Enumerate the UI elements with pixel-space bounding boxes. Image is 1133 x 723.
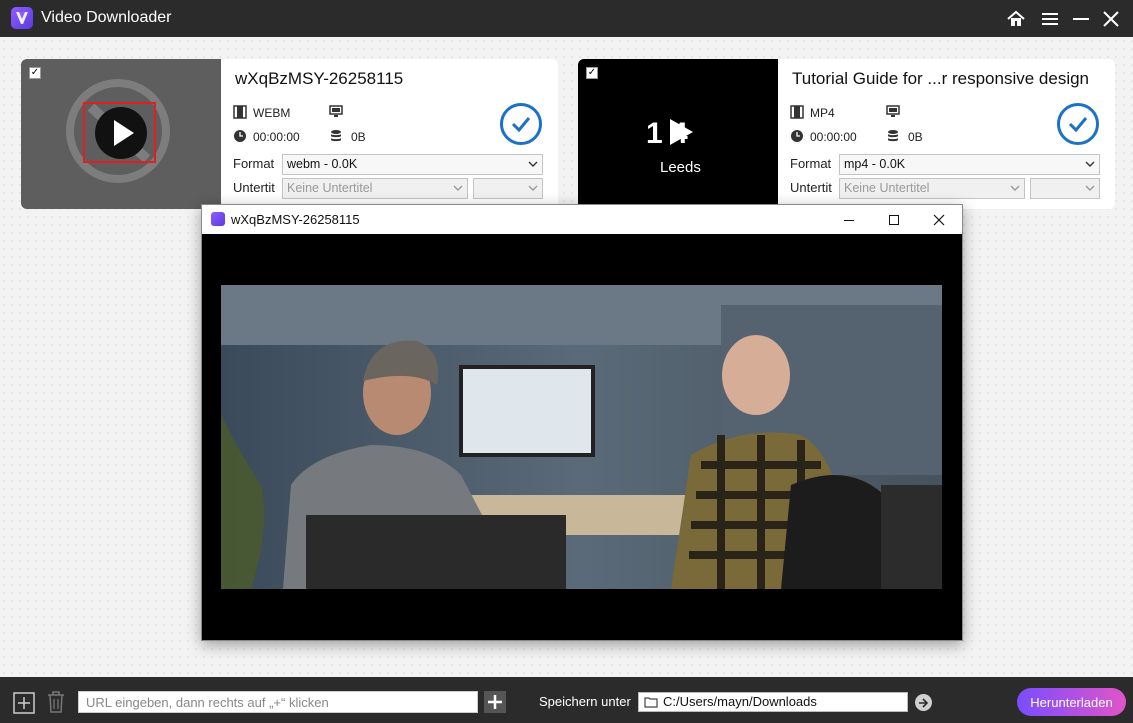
subtitle-select-value: Keine Untertitel xyxy=(844,181,930,195)
folder-icon xyxy=(644,697,658,708)
url-input[interactable] xyxy=(78,691,478,713)
add-file-icon[interactable] xyxy=(12,691,36,720)
save-location-label: Speichern unter xyxy=(539,694,631,709)
player-titlebar[interactable]: wXqBzMSY-26258115 xyxy=(202,205,962,234)
chevron-down-icon xyxy=(528,161,538,167)
format-label: Format xyxy=(790,156,832,171)
subtitle-language-select[interactable] xyxy=(473,178,543,199)
video-thumbnail[interactable]: ✓ xyxy=(21,59,221,209)
subtitle-select[interactable]: Keine Untertitel xyxy=(282,178,468,199)
download-button[interactable]: Herunterladen xyxy=(1017,688,1126,716)
thumbnail-caption: Leeds xyxy=(660,159,701,176)
video-frame[interactable] xyxy=(221,285,942,589)
player-title: wXqBzMSY-26258115 xyxy=(231,212,360,227)
footer-bar: Speichern unter C:/Users/mayn/Downloads … xyxy=(0,677,1133,723)
download-card: ✓ wXqBzMSY-26258115 WEBM 00:00:00 0B For… xyxy=(21,59,558,209)
subtitle-label: Untertit xyxy=(233,180,275,195)
video-scene-image xyxy=(221,285,942,589)
duration: 00:00:00 xyxy=(253,130,300,144)
save-path-value: C:/Users/mayn/Downloads xyxy=(663,694,817,709)
database-icon xyxy=(331,130,341,142)
monitor-icon xyxy=(329,105,343,117)
file-size: 0B xyxy=(908,130,923,144)
play-icon xyxy=(670,119,693,145)
film-icon xyxy=(233,105,247,119)
chevron-down-icon xyxy=(1085,185,1095,191)
video-player-window: wXqBzMSY-26258115 xyxy=(201,204,963,641)
minimize-icon[interactable] xyxy=(826,205,872,234)
format-select-value: mp4 - 0.0K xyxy=(844,157,906,171)
video-thumbnail[interactable]: 1 4 Leeds ✓ xyxy=(578,59,778,209)
plus-icon[interactable] xyxy=(484,691,506,713)
player-app-icon xyxy=(211,212,225,226)
monitor-icon xyxy=(886,105,900,117)
app-logo-icon xyxy=(11,7,33,29)
video-title: wXqBzMSY-26258115 xyxy=(235,69,404,88)
format-label: Format xyxy=(233,156,275,171)
file-size: 0B xyxy=(351,130,366,144)
check-circle-icon xyxy=(1057,103,1099,145)
subtitle-label: Untertit xyxy=(790,180,832,195)
format-select[interactable]: webm - 0.0K xyxy=(282,154,543,175)
video-title: Tutorial Guide for ...r responsive desig… xyxy=(792,69,1090,88)
format-type: MP4 xyxy=(810,106,835,120)
subtitle-select-value: Keine Untertitel xyxy=(287,181,373,195)
clock-icon xyxy=(234,130,246,142)
home-icon[interactable] xyxy=(1004,7,1028,31)
app-titlebar: Video Downloader xyxy=(0,0,1133,37)
film-icon xyxy=(790,105,804,119)
maximize-icon[interactable] xyxy=(871,205,917,234)
select-checkbox[interactable]: ✓ xyxy=(29,67,41,79)
subtitle-select[interactable]: Keine Untertitel xyxy=(839,178,1025,199)
database-icon xyxy=(888,130,898,142)
chevron-down-icon xyxy=(453,185,463,191)
close-icon[interactable] xyxy=(1099,7,1123,31)
download-card: 1 4 Leeds ✓ Tutorial Guide for ...r resp… xyxy=(578,59,1115,209)
chevron-down-icon xyxy=(1085,161,1095,167)
minimize-icon[interactable] xyxy=(1069,7,1093,31)
close-icon[interactable] xyxy=(916,205,962,234)
clock-icon xyxy=(791,130,803,142)
app-title: Video Downloader xyxy=(41,9,172,26)
format-select[interactable]: mp4 - 0.0K xyxy=(839,154,1100,175)
select-checkbox[interactable]: ✓ xyxy=(586,67,598,79)
format-type: WEBM xyxy=(253,106,291,120)
chevron-down-icon xyxy=(528,185,538,191)
trash-icon[interactable] xyxy=(45,690,67,719)
save-path-field[interactable]: C:/Users/mayn/Downloads xyxy=(638,692,908,712)
duration: 00:00:00 xyxy=(810,130,857,144)
subtitle-language-select[interactable] xyxy=(1030,178,1100,199)
menu-icon[interactable] xyxy=(1038,7,1062,31)
arrow-right-icon[interactable] xyxy=(915,694,932,711)
check-circle-icon xyxy=(500,103,542,145)
chevron-down-icon xyxy=(1010,185,1020,191)
format-select-value: webm - 0.0K xyxy=(287,157,358,171)
